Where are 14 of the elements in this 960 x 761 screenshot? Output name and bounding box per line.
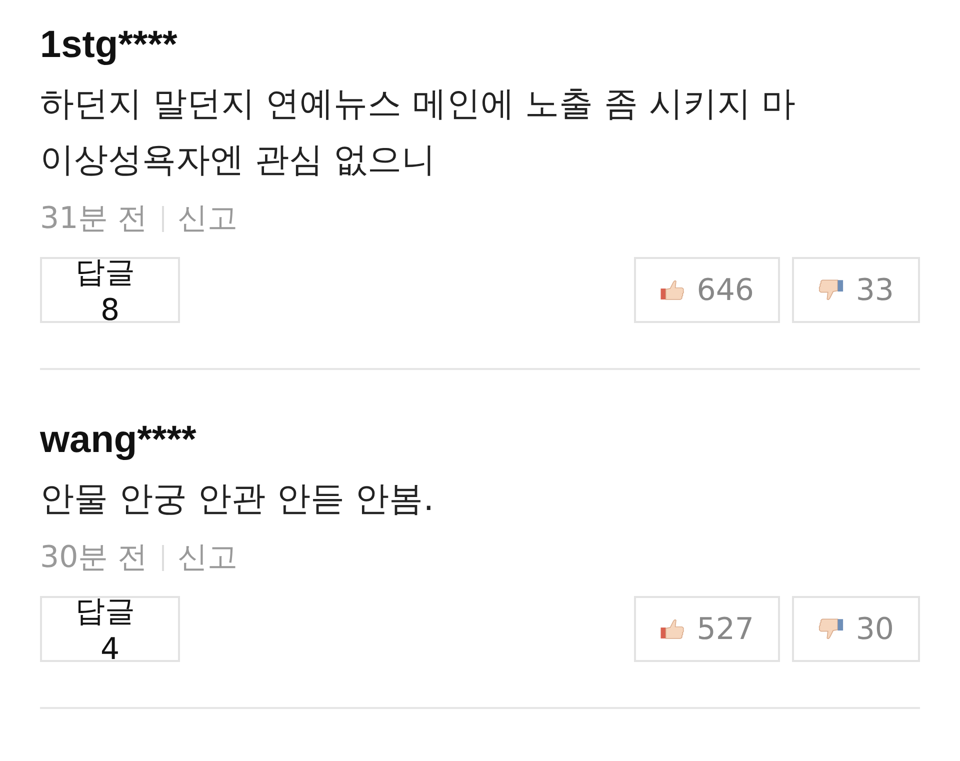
- report-link[interactable]: 신고: [178, 537, 238, 578]
- timestamp: 31분 전: [40, 200, 148, 238]
- comment-text: 안물 안궁 안관 안듣 안봄.: [40, 478, 436, 521]
- reply-button[interactable]: 답글 4: [40, 596, 180, 662]
- report-link[interactable]: 신고: [178, 198, 238, 239]
- like-button[interactable]: 527: [634, 596, 780, 662]
- reply-button[interactable]: 답글 8: [40, 257, 180, 323]
- dislike-button[interactable]: 30: [792, 596, 920, 662]
- username: wang****: [40, 418, 198, 463]
- dislike-button[interactable]: 33: [792, 257, 920, 323]
- username: 1stg****: [40, 23, 178, 68]
- timestamp: 30분 전: [40, 539, 148, 577]
- comment-text: 하던지 말던지 연예뉴스 메인에 노출 좀 시키지 마 이상성욕자엔 관심 없으니: [40, 83, 797, 182]
- like-button[interactable]: 646: [634, 257, 780, 323]
